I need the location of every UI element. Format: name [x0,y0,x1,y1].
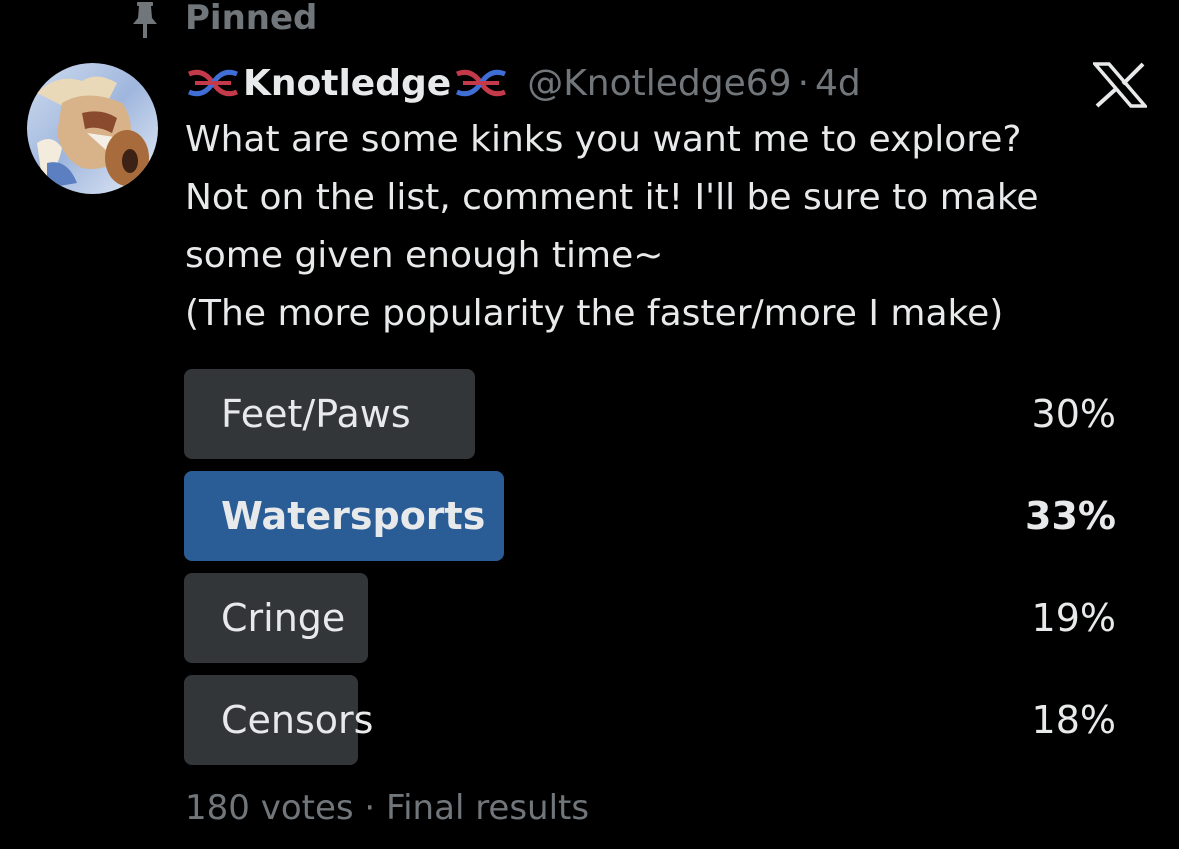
poll-option-label: Feet/Paws [221,392,411,436]
poll-option-percent: 19% [1031,596,1116,640]
poll-footer: 180 votes · Final results [185,788,589,828]
knot-icon [185,66,241,100]
poll-option-percent: 33% [1025,494,1116,538]
tweet-text-line: (The more popularity the faster/more I m… [185,293,1004,334]
header-separator: · [797,62,810,104]
poll-status: Final results [386,788,590,828]
poll-option-percent: 18% [1031,698,1116,742]
x-logo-icon [1091,62,1149,108]
tweet-text-line: Not on the list, comment it! I'll be sur… [185,177,1039,218]
avatar[interactable] [27,63,158,194]
poll-option-cringe: Cringe 19% [184,573,1116,663]
pinned-label: Pinned [185,0,318,38]
pin-icon [130,0,160,40]
poll-option-watersports: Watersports 33% [184,471,1116,561]
poll-option-feet-paws: Feet/Paws 30% [184,369,1116,459]
tweet-text-line: some given enough time~ [185,235,664,276]
poll-option-percent: 30% [1031,392,1116,436]
tweet-text: What are some kinks you want me to explo… [185,111,1165,343]
user-handle[interactable]: @Knotledge69 [527,63,791,104]
tweet-header: Knotledge @Knotledge69 · 4d [185,58,861,108]
post-time[interactable]: 4d [815,63,861,104]
display-name[interactable]: Knotledge [243,63,451,104]
poll-option-label: Watersports [221,494,486,538]
poll-option-label: Cringe [221,596,346,640]
poll-vote-count: 180 votes [185,788,354,828]
poll-option-censors: Censors 18% [184,675,1116,765]
pinned-indicator: Pinned [130,0,317,40]
poll: Feet/Paws 30% Watersports 33% Cringe 19%… [184,369,1116,777]
poll-option-label: Censors [221,698,374,742]
tweet-text-line: What are some kinks you want me to explo… [185,119,1022,160]
poll-footer-separator: · [364,788,376,828]
knot-icon [453,66,509,100]
